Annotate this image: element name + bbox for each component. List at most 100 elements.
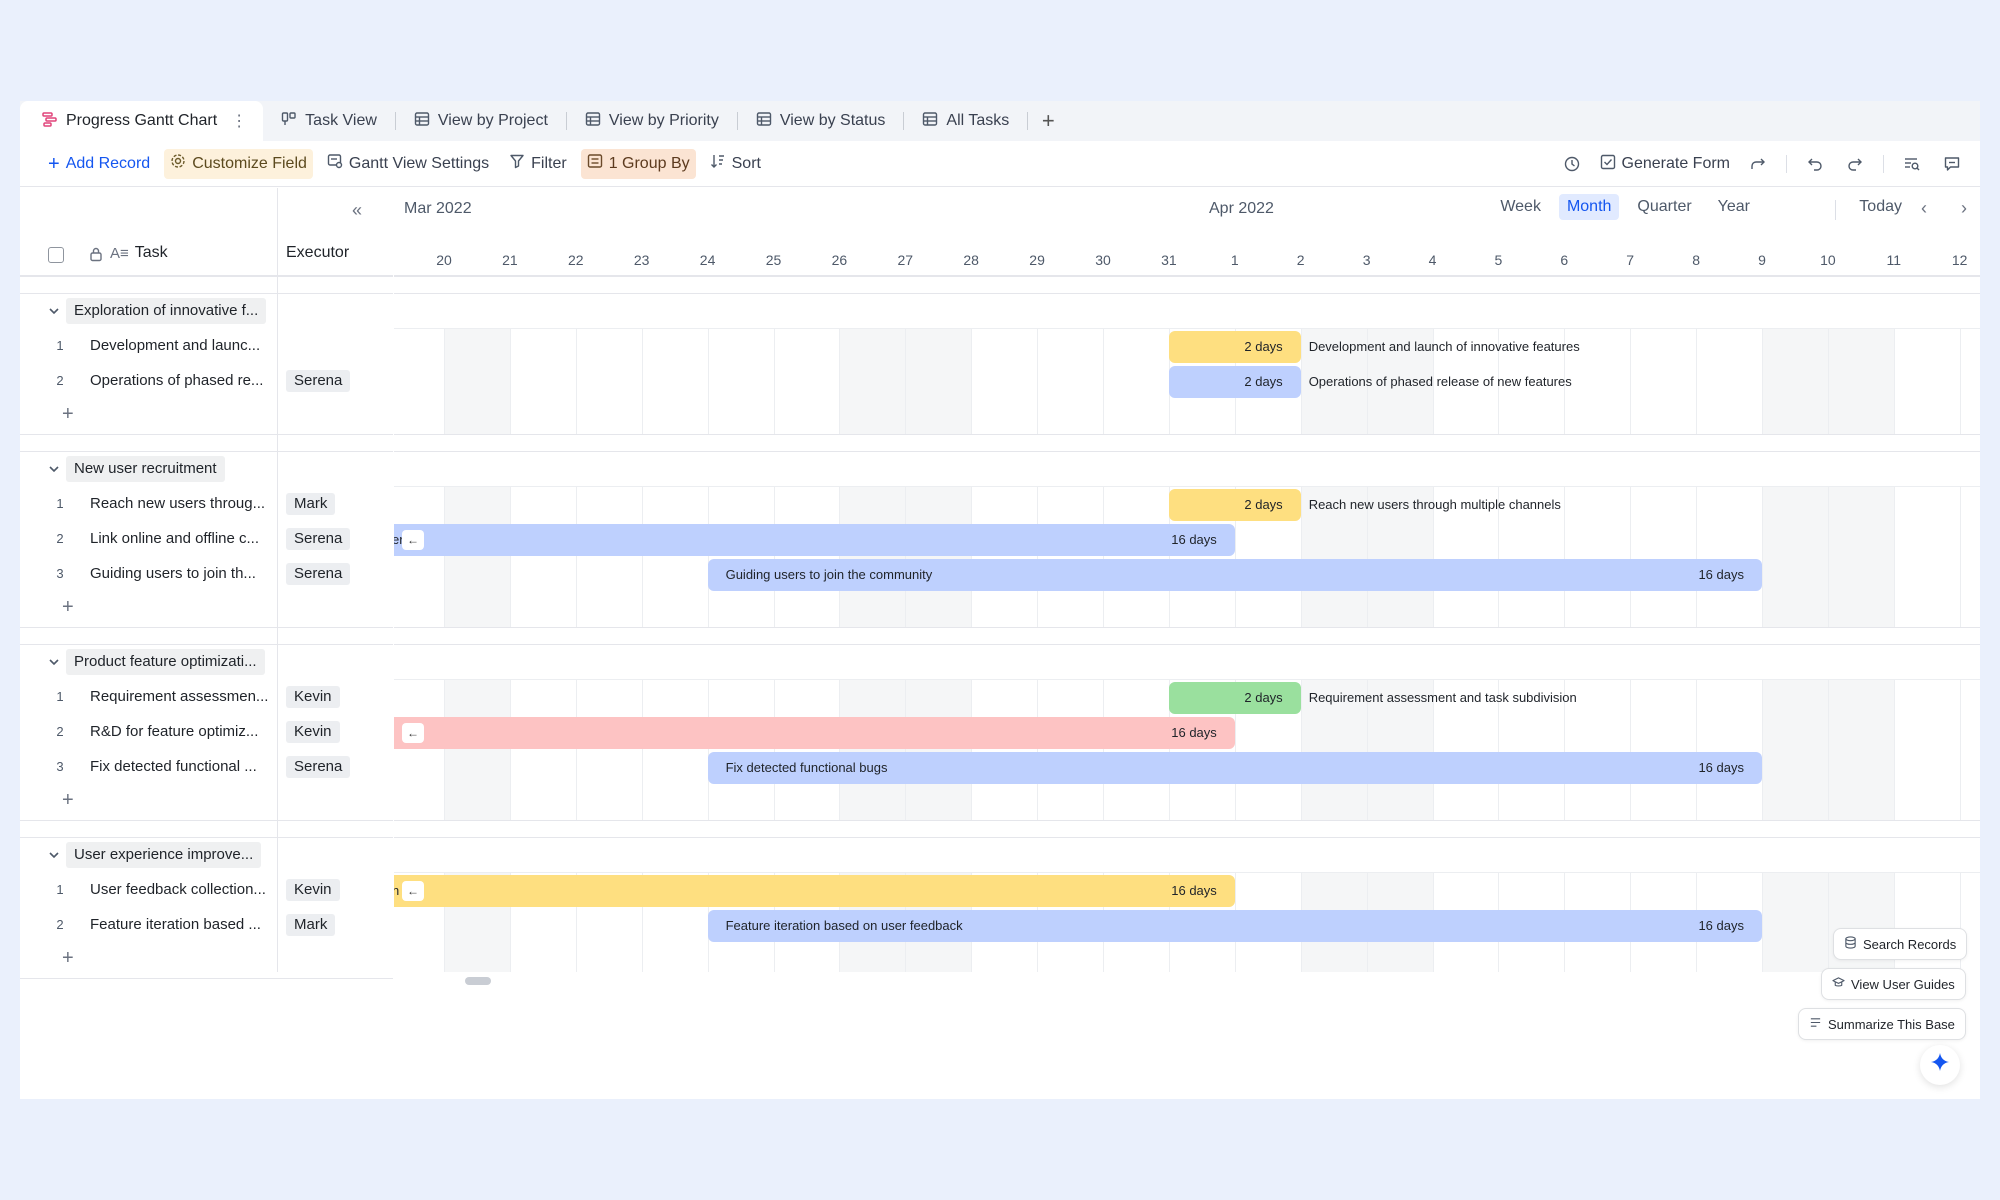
sort-label: Sort	[731, 154, 761, 172]
undo-icon[interactable]	[1797, 149, 1833, 179]
generate-form-button[interactable]: Generate Form	[1594, 149, 1736, 179]
more-vertical-icon[interactable]: ⋮	[231, 111, 247, 131]
chevron-down-icon[interactable]	[44, 845, 64, 865]
day-tick: 29	[1029, 252, 1045, 268]
tab-view-by-priority[interactable]: View by Priority	[567, 101, 737, 141]
collapse-left-icon[interactable]: «	[345, 198, 369, 222]
task-cell[interactable]: R&D for feature optimiz...	[90, 723, 258, 740]
select-all-checkbox[interactable]	[48, 247, 64, 263]
executor-tag[interactable]: Kevin	[286, 879, 340, 901]
group-header[interactable]: New user recruitment	[66, 456, 225, 482]
add-row-button[interactable]: +	[62, 789, 74, 812]
group-by-button[interactable]: 1 Group By	[580, 148, 696, 179]
gear-icon	[170, 153, 186, 174]
group-gap	[20, 276, 393, 294]
add-record-label: Add Record	[65, 154, 151, 172]
task-bar[interactable]: 2 days	[1168, 366, 1301, 398]
timeline-header: Mar 2022 Apr 2022 Week Month Quarter Yea…	[394, 188, 1980, 276]
gantt-view-settings-button[interactable]: Gantt View Settings	[321, 149, 495, 179]
summarize-base-button[interactable]: Summarize This Base	[1798, 1008, 1966, 1040]
task-cell[interactable]: Requirement assessmen...	[90, 688, 268, 705]
task-cell[interactable]: Operations of phased re...	[90, 372, 263, 389]
share-icon[interactable]	[1740, 149, 1776, 179]
lock-icon	[88, 246, 104, 262]
task-bar[interactable]: 16 days Fix detected functional bugs	[707, 752, 1762, 784]
task-cell[interactable]: User feedback collection...	[90, 881, 266, 898]
day-tick: 30	[1095, 252, 1111, 268]
executor-tag[interactable]: Mark	[286, 493, 336, 515]
customize-field-label: Customize Field	[192, 154, 307, 172]
task-bar[interactable]: 16 days n ←	[394, 875, 1235, 907]
task-cell[interactable]: Development and launc...	[90, 337, 260, 354]
chevron-right-icon[interactable]: ›	[1952, 196, 1976, 220]
executor-tag[interactable]: Serena	[286, 563, 351, 585]
customize-field-button[interactable]: Customize Field	[164, 148, 313, 179]
sparkle-icon	[1929, 1052, 1951, 1079]
chevron-down-icon[interactable]	[44, 301, 64, 321]
day-tick: 7	[1626, 252, 1635, 268]
executor-tag[interactable]: Mark	[286, 914, 336, 936]
scale-quarter[interactable]: Quarter	[1629, 194, 1699, 220]
task-cell[interactable]: Link online and offline c...	[90, 530, 259, 547]
scale-year[interactable]: Year	[1710, 194, 1758, 220]
task-bar[interactable]: 16 days ←	[394, 717, 1235, 749]
executor-tag[interactable]: Serena	[286, 528, 351, 550]
redo-icon[interactable]	[1837, 149, 1873, 179]
task-cell[interactable]: Fix detected functional ...	[90, 758, 257, 775]
text-field-icon: A≡	[110, 244, 129, 262]
day-tick: 11	[1886, 252, 1902, 268]
search-list-icon[interactable]	[1894, 149, 1930, 179]
ai-assistant-button[interactable]	[1920, 1045, 1960, 1085]
group-header[interactable]: Product feature optimizati...	[66, 649, 265, 675]
executor-tag[interactable]: Kevin	[286, 686, 340, 708]
add-record-button[interactable]: + Add Record	[42, 149, 156, 179]
day-tick: 6	[1560, 252, 1569, 268]
scale-month[interactable]: Month	[1558, 194, 1620, 220]
tab-task-view[interactable]: Task View	[263, 101, 395, 141]
row-number: 3	[56, 566, 64, 581]
task-bar[interactable]: 16 days Guiding users to join the communi…	[707, 559, 1762, 591]
task-bar[interactable]: 2 days	[1168, 489, 1301, 521]
tab-view-by-status[interactable]: View by Status	[738, 101, 904, 141]
task-cell[interactable]: Feature iteration based ...	[90, 916, 261, 933]
search-records-button[interactable]: Search Records	[1833, 928, 1968, 960]
tab-progress-gantt-chart[interactable]: Progress Gantt Chart ⋮	[20, 101, 264, 141]
tab-label: All Tasks	[946, 112, 1010, 129]
add-row-button[interactable]: +	[62, 947, 74, 970]
task-cell[interactable]: Guiding users to join th...	[90, 565, 256, 582]
today-button[interactable]: Today	[1859, 198, 1902, 216]
toolbar-right: Generate Form	[1554, 149, 1970, 179]
view-user-guides-button[interactable]: View User Guides	[1821, 968, 1966, 1000]
chevron-left-icon[interactable]: ‹	[1912, 196, 1936, 220]
task-bar[interactable]: 16 dayser←	[394, 524, 1235, 556]
chevron-down-icon[interactable]	[44, 652, 64, 672]
task-column-header[interactable]: A≡ Task	[110, 244, 168, 262]
tab-view-by-project[interactable]: View by Project	[396, 101, 566, 141]
add-row-button[interactable]: +	[62, 403, 74, 426]
task-bar[interactable]: 2 days	[1168, 331, 1301, 363]
scroll-to-start-arrow-icon[interactable]: ←	[402, 881, 424, 901]
task-bar[interactable]: 2 days	[1168, 682, 1301, 714]
scroll-to-start-arrow-icon[interactable]: ←	[402, 723, 424, 743]
executor-tag[interactable]: Serena	[286, 370, 351, 392]
task-cell[interactable]: Reach new users throug...	[90, 495, 265, 512]
scroll-to-start-arrow-icon[interactable]: ←	[402, 530, 424, 550]
toolbar-divider	[1883, 155, 1884, 173]
executor-tag[interactable]: Serena	[286, 756, 351, 778]
executor-tag[interactable]: Kevin	[286, 721, 340, 743]
comment-icon[interactable]	[1934, 149, 1970, 179]
group-header[interactable]: Exploration of innovative f...	[66, 298, 267, 324]
sort-button[interactable]: Sort	[704, 149, 767, 179]
group-header[interactable]: User experience improve...	[66, 842, 262, 868]
add-view-button[interactable]: +	[1028, 101, 1068, 141]
task-bar[interactable]: 16 days Feature iteration based on user f…	[707, 910, 1762, 942]
executor-column-header[interactable]: Executor	[286, 244, 349, 262]
tab-label: Task View	[305, 112, 377, 129]
horizontal-scrollbar[interactable]	[465, 977, 491, 985]
automation-icon[interactable]	[1554, 149, 1590, 179]
filter-button[interactable]: Filter	[503, 149, 573, 179]
chevron-down-icon[interactable]	[44, 459, 64, 479]
tab-all-tasks[interactable]: All Tasks	[904, 101, 1027, 141]
add-row-button[interactable]: +	[62, 596, 74, 619]
scale-week[interactable]: Week	[1492, 194, 1549, 220]
